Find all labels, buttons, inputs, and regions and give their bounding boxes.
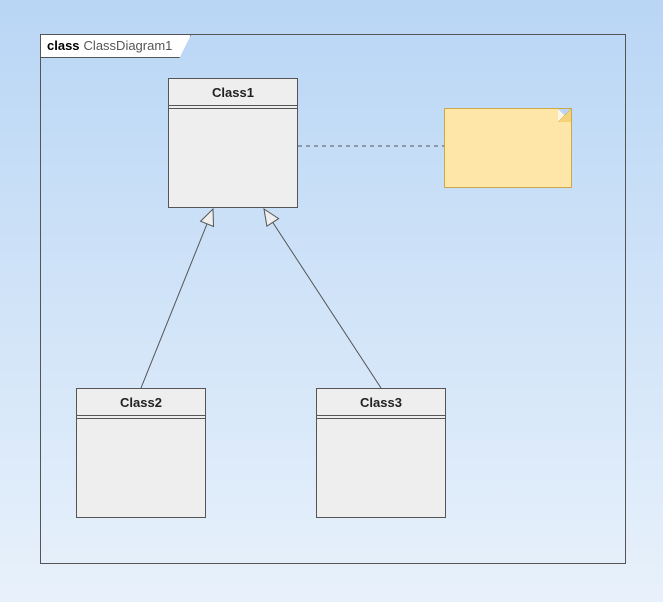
class-title: Class1: [169, 79, 297, 106]
class-separator: [77, 418, 205, 419]
class-separator: [317, 418, 445, 419]
class-title: Class3: [317, 389, 445, 416]
note-note1[interactable]: [444, 108, 572, 188]
class-title: Class2: [77, 389, 205, 416]
diagram-frame-tab[interactable]: class ClassDiagram1: [40, 34, 191, 58]
class-box-class3[interactable]: Class3: [316, 388, 446, 518]
class-separator: [169, 108, 297, 109]
frame-keyword: class: [47, 38, 80, 53]
class-box-class1[interactable]: Class1: [168, 78, 298, 208]
note-fold-icon: [558, 109, 571, 122]
diagram-canvas[interactable]: class ClassDiagram1 Class1 Class2 Class3: [0, 0, 663, 602]
frame-name: ClassDiagram1: [84, 38, 173, 53]
class-box-class2[interactable]: Class2: [76, 388, 206, 518]
